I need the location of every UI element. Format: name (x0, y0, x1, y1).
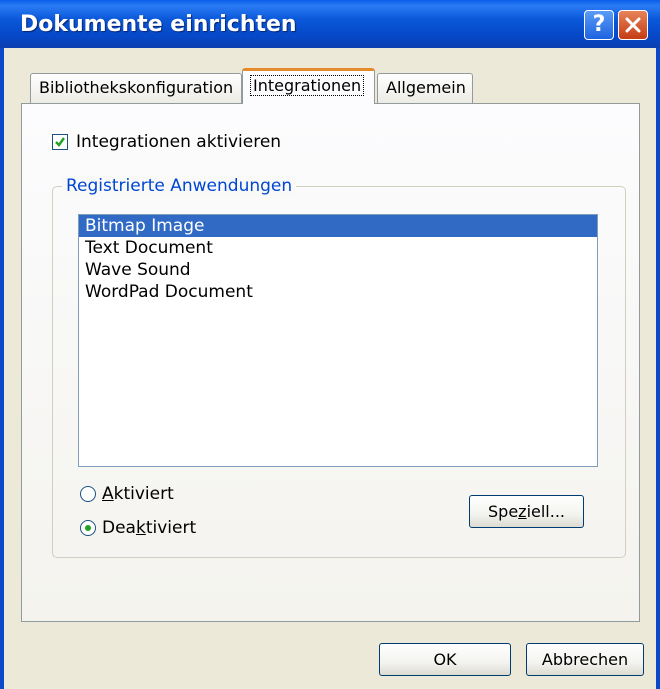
applications-listbox[interactable]: Bitmap Image Text Document Wave Sound Wo… (78, 214, 598, 467)
label-prefix: Dea (102, 518, 136, 538)
accelerator-key: A (102, 484, 114, 504)
checkbox-label: Integrationen aktivieren (76, 132, 282, 152)
accelerator-key: z (518, 502, 527, 521)
ok-label: OK (433, 650, 457, 669)
checkbox-box[interactable] (52, 134, 68, 150)
ok-button[interactable]: OK (379, 643, 511, 676)
cancel-button[interactable]: Abbrechen (526, 643, 644, 676)
tab-allgemein[interactable]: Allgemein (377, 73, 473, 103)
radio-label: Aktiviert (102, 484, 174, 504)
window-border-left (0, 48, 4, 689)
help-icon: ? (592, 12, 606, 37)
tab-integrationen[interactable]: Integrationen (242, 68, 375, 104)
list-item[interactable]: Bitmap Image (79, 215, 597, 237)
list-item[interactable]: Wave Sound (79, 259, 597, 281)
label-rest: ktiviert (113, 484, 174, 504)
tab-label: Allgemein (386, 78, 466, 97)
label-prefix: Spe (488, 502, 519, 521)
tab-bibliothekskonfiguration[interactable]: Bibliothekskonfiguration (30, 73, 242, 103)
label-rest: iell... (526, 502, 565, 521)
list-item[interactable]: WordPad Document (79, 281, 597, 303)
radio-activated[interactable]: Aktiviert (80, 484, 174, 504)
checkmark-icon (55, 137, 65, 147)
label-rest: tiviert (145, 518, 197, 538)
tab-label: Bibliothekskonfiguration (39, 78, 234, 97)
group-title: Registrierte Anwendungen (62, 176, 297, 196)
close-button[interactable] (618, 10, 648, 40)
enable-integrations-checkbox[interactable]: Integrationen aktivieren (52, 132, 281, 152)
title-bar: Dokumente einrichten ? (0, 0, 660, 48)
radio-button[interactable] (80, 520, 96, 536)
accelerator-key: k (135, 518, 146, 538)
special-button[interactable]: Speziell... (469, 495, 584, 528)
help-button[interactable]: ? (584, 10, 614, 40)
radio-button[interactable] (80, 486, 96, 502)
list-item[interactable]: Text Document (79, 237, 597, 259)
cancel-label: Abbrechen (541, 650, 629, 669)
tab-label: Integrationen (249, 75, 365, 96)
radio-label: Deaktiviert (102, 518, 196, 538)
window-border-right (656, 48, 660, 689)
radio-deactivated[interactable]: Deaktiviert (80, 518, 196, 538)
close-icon (625, 17, 641, 33)
window-title: Dokumente einrichten (20, 12, 297, 37)
